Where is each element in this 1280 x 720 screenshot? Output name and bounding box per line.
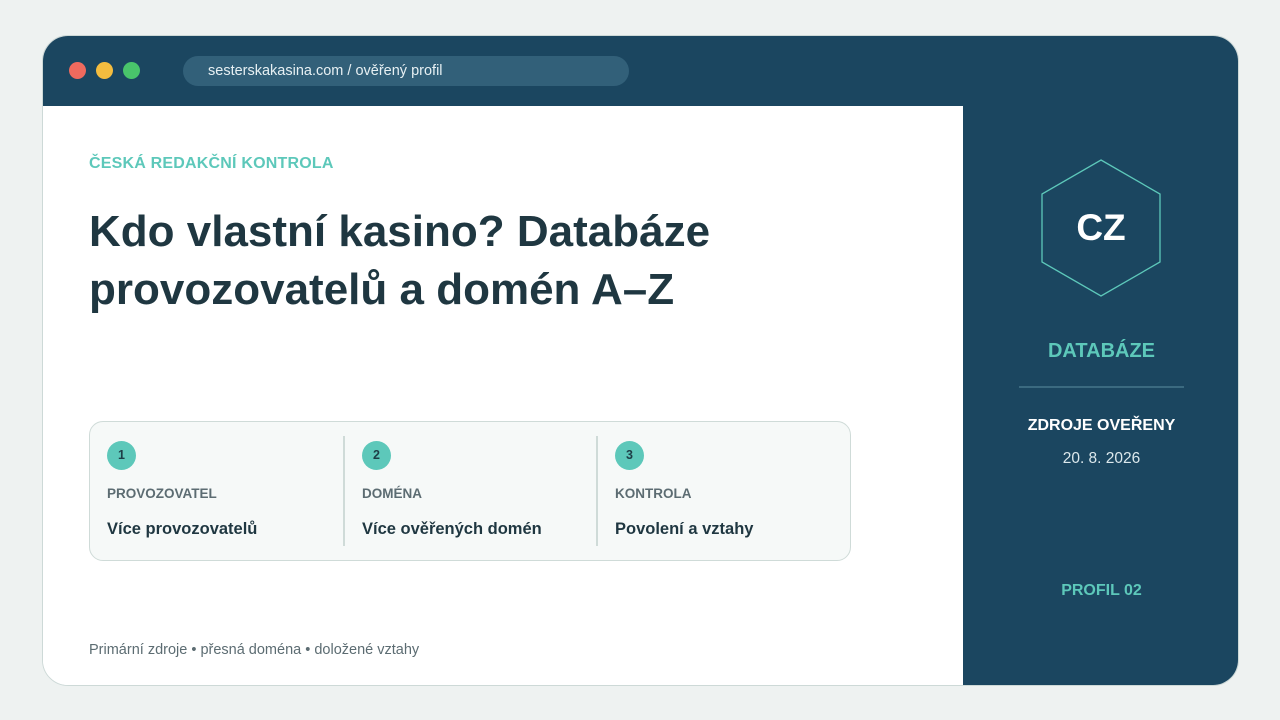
card-value: Povolení a vztahy <box>615 520 754 538</box>
maximize-window-button[interactable] <box>123 62 140 79</box>
sidebar: CZ DATABÁZE ZDROJE OVEŘENY 20. 8. 2026 P… <box>963 106 1238 685</box>
country-badge: CZ <box>1076 207 1126 248</box>
card-domain: 2 DOMÉNA Více ověřených domén <box>343 436 596 546</box>
eyebrow-label: ČESKÁ REDAKČNÍ KONTROLA <box>89 155 334 172</box>
step-badge: 1 <box>107 441 136 470</box>
card-check: 3 KONTROLA Povolení a vztahy <box>596 436 849 546</box>
sidebar-title: DATABÁZE <box>1047 340 1156 362</box>
profile-label: PROFIL 02 <box>1061 582 1142 599</box>
sources-label: ZDROJE OVEŘENY <box>1027 417 1176 434</box>
title-bar: sesterskakasina.com / ověřený profil <box>43 36 1238 106</box>
info-cards: 1 PROVOZOVATEL Více provozovatelů 2 DOMÉ… <box>89 421 851 561</box>
footer-note: Primární zdroje • přesná doména • dolože… <box>89 642 420 658</box>
step-badge: 3 <box>615 441 644 470</box>
close-window-button[interactable] <box>69 62 86 79</box>
minimize-window-button[interactable] <box>96 62 113 79</box>
card-operator: 1 PROVOZOVATEL Více provozovatelů <box>90 436 343 546</box>
address-bar[interactable]: sesterskakasina.com / ověřený profil <box>183 56 629 86</box>
page-title: Kdo vlastní kasino? Databáze provozovate… <box>89 207 711 314</box>
card-value: Více ověřených domén <box>362 520 542 538</box>
card-label: KONTROLA <box>615 486 692 501</box>
sidebar-divider <box>1019 386 1184 388</box>
main-content: ČESKÁ REDAKČNÍ KONTROLA Kdo vlastní kasi… <box>43 106 963 685</box>
card-value: Více provozovatelů <box>107 520 258 538</box>
card-label: PROVOZOVATEL <box>107 486 217 501</box>
card-label: DOMÉNA <box>362 486 422 501</box>
verification-date: 20. 8. 2026 <box>1062 450 1141 467</box>
step-badge: 2 <box>362 441 391 470</box>
browser-window: sesterskakasina.com / ověřený profil ČES… <box>42 35 1239 686</box>
